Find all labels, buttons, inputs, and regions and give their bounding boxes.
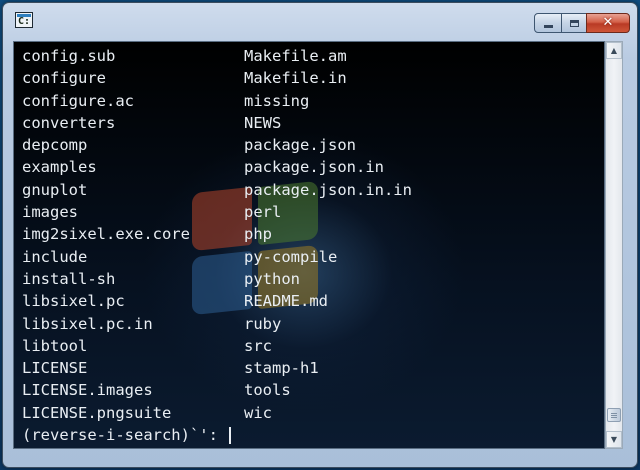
search-prompt-line[interactable]: (reverse-i-search)`': [22, 424, 412, 446]
file-entry: examples [22, 158, 97, 177]
file-entry: package.json.in.in [244, 180, 412, 199]
file-entry: img2sixel.exe.core [22, 225, 190, 244]
console-area[interactable]: config.sub Makefile.am configure Makefile.i… [13, 41, 605, 449]
file-entry: README.md [244, 292, 328, 311]
minimize-button[interactable] [534, 13, 562, 33]
file-entry: depcomp [22, 136, 88, 155]
console-app-icon[interactable]: C: [15, 12, 33, 28]
terminal-line: config.sub Makefile.am [22, 45, 412, 67]
terminal-line: img2sixel.exe.core php [22, 223, 412, 245]
file-entry: py-compile [244, 247, 338, 266]
file-entry: Makefile.in [244, 69, 347, 88]
scroll-up-button[interactable]: ▲ [606, 42, 622, 59]
file-entry: libtool [22, 336, 88, 355]
terminal-line: include py-compile [22, 246, 412, 268]
file-entry: libsixel.pc.in [22, 314, 153, 333]
up-arrow-icon: ▲ [610, 46, 618, 55]
file-entry: wic [244, 403, 272, 422]
terminal-line: examples package.json.in [22, 156, 412, 178]
file-entry: stamp-h1 [244, 359, 319, 378]
file-entry: converters [22, 113, 116, 132]
file-entry: package.json.in [244, 158, 384, 177]
file-entry: images [22, 203, 78, 222]
file-entry: missing [244, 91, 310, 110]
file-entry: NEWS [244, 113, 282, 132]
file-entry: src [244, 336, 272, 355]
terminal-line: depcomp package.json [22, 134, 412, 156]
file-entry: Makefile.am [244, 47, 347, 65]
terminal-line: gnuplot package.json.in.in [22, 179, 412, 201]
maximize-button[interactable] [561, 13, 587, 33]
close-button[interactable]: ✕ [586, 13, 630, 33]
file-entry: include [22, 247, 88, 266]
terminal-line: libtool src [22, 335, 412, 357]
file-entry: install-sh [22, 269, 116, 288]
terminal-line: configure.ac missing [22, 90, 412, 112]
minimize-icon [543, 24, 553, 28]
file-entry: libsixel.pc [22, 292, 125, 311]
reverse-search-prompt: (reverse-i-search)`': [22, 426, 228, 445]
terminal-line: LICENSE.images tools [22, 379, 412, 401]
terminal-line: install-sh python [22, 268, 412, 290]
terminal-line: LICENSE.pngsuite wic [22, 402, 412, 424]
terminal-line: libsixel.pc.in ruby [22, 313, 412, 335]
file-entry: configure [22, 69, 106, 88]
terminal-output: config.sub Makefile.am configure Makefile.i… [22, 45, 412, 446]
file-entry: php [244, 225, 272, 244]
text-cursor [229, 427, 232, 445]
file-entry: LICENSE.pngsuite [22, 403, 172, 422]
file-entry: tools [244, 381, 291, 400]
maximize-icon [569, 19, 579, 27]
file-entry: ruby [244, 314, 282, 333]
scroll-thumb[interactable] [607, 408, 621, 423]
file-entry: LICENSE.images [22, 381, 153, 400]
file-entry: LICENSE [22, 359, 88, 378]
terminal-line: converters NEWS [22, 112, 412, 134]
terminal-line: images perl [22, 201, 412, 223]
title-bar[interactable]: C: ✕ [3, 3, 637, 39]
file-entry: gnuplot [22, 180, 88, 199]
file-entry: package.json [244, 136, 356, 155]
file-entry: python [244, 269, 300, 288]
terminal-line: configure Makefile.in [22, 67, 412, 89]
terminal-line: LICENSE stamp-h1 [22, 357, 412, 379]
close-icon: ✕ [602, 15, 614, 30]
scroll-down-button[interactable]: ▼ [606, 431, 622, 448]
file-entry: config.sub [22, 47, 116, 65]
app-icon-glyph: C: [18, 16, 31, 27]
vertical-scrollbar[interactable]: ▲ ▼ [605, 41, 623, 449]
down-arrow-icon: ▼ [610, 435, 618, 444]
file-entry: perl [244, 203, 282, 222]
terminal-line: libsixel.pc README.md [22, 290, 412, 312]
file-entry: configure.ac [22, 91, 134, 110]
